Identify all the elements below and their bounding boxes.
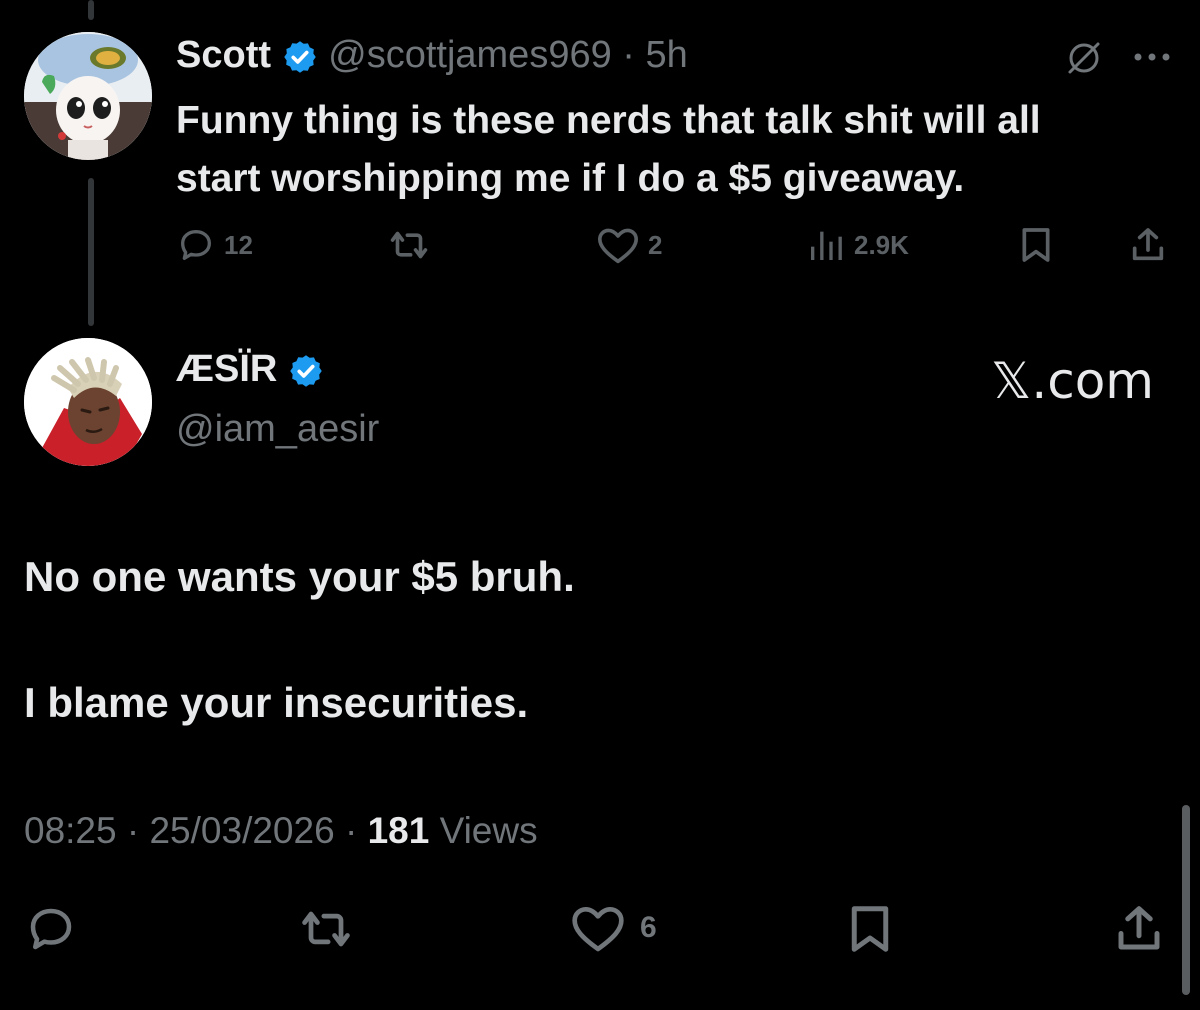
bookmark-icon (846, 902, 894, 956)
parent-reply-button[interactable]: 12 (176, 225, 253, 265)
main-tweet-meta: 08:25 · 25/03/2026 · 181 Views (24, 810, 538, 852)
parent-like-button[interactable]: 2 (596, 225, 662, 265)
parent-separator: · (622, 34, 635, 76)
bookmark-icon (1018, 225, 1054, 265)
repost-icon (386, 225, 432, 265)
main-like-button[interactable]: 6 (570, 902, 657, 954)
parent-like-count: 2 (648, 229, 663, 260)
main-author: ÆSÏR (176, 348, 324, 391)
share-icon (1128, 225, 1168, 265)
parent-handle[interactable]: @scottjames969 (328, 34, 612, 76)
parent-header: Scott @scottjames969 · 5h (176, 34, 688, 77)
main-time[interactable]: 08:25 (24, 810, 117, 851)
share-icon (1112, 902, 1166, 956)
main-text-line-2: I blame your insecurities. (24, 679, 529, 726)
parent-view-count: 2.9K (854, 229, 909, 260)
main-repost-button[interactable] (296, 902, 370, 956)
parent-repost-button[interactable] (386, 225, 440, 265)
thread-line-bottom (88, 178, 94, 326)
parent-text-line-1: Funny thing is these nerds that talk shi… (176, 99, 1041, 142)
reply-icon (176, 225, 216, 265)
main-reply-button[interactable] (24, 902, 92, 956)
meta-separator-1: · (126, 810, 140, 851)
parent-share-button[interactable] (1128, 225, 1176, 265)
main-bookmark-button[interactable] (846, 902, 908, 956)
heart-icon (570, 902, 626, 954)
main-like-count: 6 (640, 911, 657, 944)
main-date[interactable]: 25/03/2026 (149, 810, 334, 851)
verified-badge-icon (288, 353, 324, 389)
main-display-name[interactable]: ÆSÏR (176, 348, 277, 390)
views-icon (806, 225, 846, 265)
parent-views-button[interactable]: 2.9K (806, 225, 909, 265)
main-view-label[interactable]: Views (440, 810, 538, 851)
meta-separator-2: · (344, 810, 358, 851)
main-handle[interactable]: @iam_aesir (176, 408, 379, 451)
reply-icon (24, 902, 78, 956)
parent-reply-count: 12 (224, 229, 253, 260)
main-view-count[interactable]: 181 (368, 810, 430, 851)
scrollbar[interactable] (1182, 805, 1190, 995)
thread-line-top (88, 0, 94, 20)
main-text-line-1: No one wants your $5 bruh. (24, 553, 575, 600)
main-tweet-text: No one wants your $5 bruh. I blame your … (24, 546, 575, 734)
parent-tweet-text: Funny thing is these nerds that talk shi… (176, 92, 1041, 208)
repost-icon (296, 902, 356, 956)
verified-badge-icon (282, 39, 318, 75)
parent-text-line-2: start worshipping me if I do a $5 giveaw… (176, 157, 965, 200)
parent-timestamp[interactable]: 5h (646, 34, 688, 76)
parent-bookmark-button[interactable] (1018, 225, 1062, 265)
parent-display-name[interactable]: Scott (176, 34, 271, 76)
scott-avatar[interactable] (24, 32, 152, 160)
main-share-button[interactable] (1112, 902, 1180, 956)
aesir-avatar[interactable] (24, 338, 152, 466)
more-options-icon[interactable] (1132, 52, 1172, 62)
heart-icon (596, 225, 640, 265)
x-com-watermark: 𝕏.com (991, 352, 1154, 410)
grok-icon[interactable] (1064, 38, 1104, 78)
